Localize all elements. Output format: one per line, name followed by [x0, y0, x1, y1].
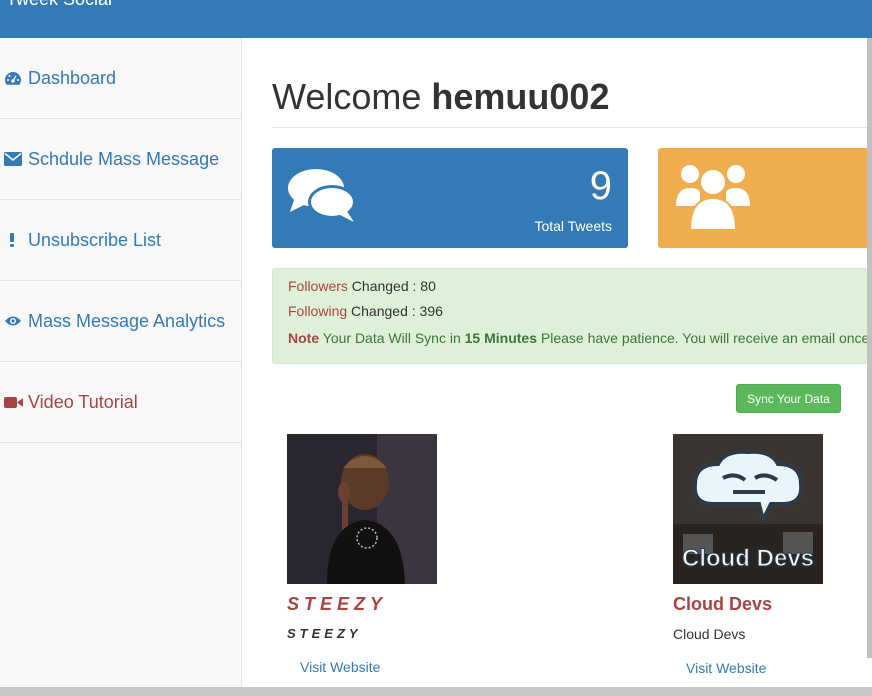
followers-card[interactable] [658, 148, 872, 248]
users-icon [674, 158, 752, 237]
profile-subtitle: STEEZY [287, 626, 362, 641]
profile-subtitle: Cloud Devs [673, 626, 746, 642]
svg-text:Cloud Devs: Cloud Devs [682, 545, 814, 572]
sidebar-item-label: Dashboard [28, 67, 117, 88]
sidebar: Dashboard Schdule Mass Message Unsubscri… [0, 38, 242, 696]
sidebar-item-schedule-mass-message[interactable]: Schdule Mass Message [0, 119, 241, 200]
sidebar-item-video-tutorial[interactable]: Video Tutorial [0, 362, 241, 443]
page-title: Welcome hemuu002 [272, 76, 609, 118]
sidebar-item-unsubscribe-list[interactable]: Unsubscribe List [0, 200, 241, 281]
welcome-text: Welcome [272, 76, 422, 117]
sidebar-item-label: Video Tutorial [28, 391, 138, 412]
video-camera-icon [4, 396, 28, 409]
vertical-scrollbar[interactable] [867, 38, 872, 658]
brand-title[interactable]: Tweek Social [6, 0, 112, 10]
profile-card: Cloud Devs Cloud Devs Cloud Devs Visit W… [673, 434, 872, 676]
comments-icon [286, 166, 358, 231]
eye-icon [4, 315, 28, 327]
divider [272, 127, 872, 128]
sync-note: Note Your Data Will Sync in 15 Minutes P… [288, 330, 870, 346]
profile-image-cloud-devs[interactable]: Cloud Devs [673, 434, 823, 584]
sidebar-item-mass-message-analytics[interactable]: Mass Message Analytics [0, 281, 241, 362]
total-tweets-label: Total Tweets [534, 218, 612, 234]
profile-name[interactable]: Cloud Devs [673, 594, 872, 615]
total-tweets-card[interactable]: 9 Total Tweets [272, 148, 628, 248]
top-navbar: Tweek Social [0, 0, 872, 38]
followers-change: Followers Changed : 80 [288, 278, 436, 294]
username: hemuu002 [431, 76, 610, 117]
visit-website-link[interactable]: Visit Website [300, 659, 527, 675]
sync-data-button[interactable]: Sync Your Data [736, 384, 841, 413]
sync-alert: Followers Changed : 80 Following Changed… [272, 268, 872, 364]
following-change: Following Changed : 396 [288, 303, 443, 319]
total-tweets-value: 9 [589, 164, 612, 208]
profile-name[interactable]: STEEZY [287, 594, 527, 615]
exclamation-icon [4, 232, 28, 248]
profile-card: STEEZY STEEZY Visit Website [287, 434, 527, 675]
horizontal-scrollbar[interactable] [0, 687, 872, 696]
dashboard-icon [4, 70, 28, 86]
main-content: Welcome hemuu002 9 Total Tweets Follower… [272, 38, 872, 696]
sidebar-item-label: Schdule Mass Message [28, 148, 220, 169]
sidebar-item-label: Unsubscribe List [28, 229, 162, 250]
profile-image-steezy[interactable] [287, 434, 437, 584]
sidebar-item-dashboard[interactable]: Dashboard [0, 38, 241, 119]
sidebar-item-label: Mass Message Analytics [28, 310, 226, 331]
visit-website-link[interactable]: Visit Website [686, 660, 872, 676]
envelope-icon [4, 152, 28, 166]
